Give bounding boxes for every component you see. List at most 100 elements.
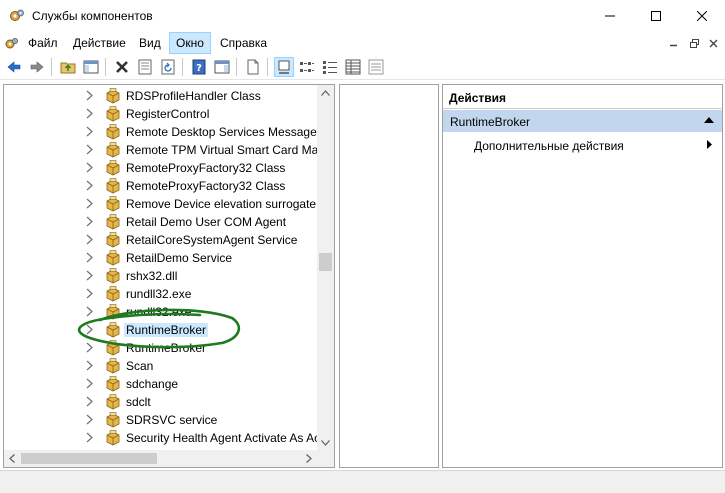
chevron-right-icon[interactable] [86, 270, 96, 282]
chevron-right-icon[interactable] [86, 162, 96, 174]
chevron-right-icon[interactable] [86, 126, 96, 138]
chevron-right-icon[interactable] [86, 252, 96, 264]
help-icon: ? [192, 59, 206, 75]
tree-item-label: RuntimeBroker [124, 323, 209, 337]
tree-item-label: sdclt [126, 395, 151, 409]
chevron-right-icon[interactable] [86, 234, 96, 246]
chevron-right-icon[interactable] [86, 324, 96, 336]
chevron-right-icon[interactable] [86, 144, 96, 156]
view-large-icons-button[interactable] [274, 57, 294, 77]
tree-item-label: Remove Device elevation surrogate [126, 197, 317, 211]
collapse-up-icon[interactable] [704, 117, 714, 123]
view-list-button[interactable] [320, 57, 340, 77]
new-window-button[interactable] [243, 57, 263, 77]
help-button[interactable]: ? [189, 57, 209, 77]
tree-item[interactable]: RemoteProxyFactory32 Class [4, 177, 318, 195]
new-document-icon [247, 59, 259, 75]
tree-item[interactable]: RegisterControl [4, 105, 318, 123]
tree-item[interactable]: Remote Desktop Services Message Se [4, 123, 318, 141]
tree-item[interactable]: SDRSVC service [4, 411, 318, 429]
tree-item-label: sdchange [126, 377, 179, 391]
chevron-right-icon[interactable] [86, 90, 96, 102]
menu-file[interactable]: Файл [22, 32, 64, 54]
show-hide-action-pane-button[interactable] [212, 57, 232, 77]
properties-button[interactable] [135, 57, 155, 77]
tree-vertical-scrollbar[interactable] [317, 85, 334, 451]
menu-window[interactable]: Окно [169, 32, 211, 54]
chevron-right-icon[interactable] [86, 306, 96, 318]
toolbar-separator [267, 58, 268, 76]
back-button[interactable] [4, 57, 24, 77]
tree-item[interactable]: rshx32.dll [4, 267, 318, 285]
tree-item[interactable]: rundll32.exe [4, 303, 318, 321]
chevron-right-icon[interactable] [86, 360, 96, 372]
tree-item[interactable]: RemoteProxyFactory32 Class [4, 159, 318, 177]
results-pane[interactable] [339, 84, 439, 468]
more-actions-label: Дополнительные действия [474, 139, 624, 153]
tree-item-label: RemoteProxyFactory32 Class [126, 161, 286, 175]
tree-horizontal-scrollbar[interactable] [4, 450, 334, 467]
maximize-button[interactable] [633, 0, 679, 32]
view-status-button[interactable] [366, 57, 386, 77]
com-component-box-icon [105, 322, 121, 338]
refresh-button[interactable] [158, 57, 178, 77]
view-small-icons-button[interactable] [297, 57, 317, 77]
minimize-button[interactable] [587, 0, 633, 32]
delete-button[interactable] [112, 57, 132, 77]
chevron-right-icon[interactable] [86, 198, 96, 210]
com-component-box-icon [105, 178, 121, 194]
com-component-box-icon [105, 430, 121, 446]
tree-item[interactable]: sdclt [4, 393, 318, 411]
up-level-button[interactable] [58, 57, 78, 77]
com-component-box-icon [105, 88, 121, 104]
toolbar-separator [182, 58, 183, 76]
forward-button[interactable] [27, 57, 47, 77]
actions-section-runtimebroker[interactable]: RuntimeBroker [443, 110, 722, 132]
tree-item[interactable]: RetailDemo Service [4, 249, 318, 267]
tree-item-label: Retail Demo User COM Agent [126, 215, 287, 229]
chevron-right-icon[interactable] [86, 180, 96, 192]
close-button[interactable] [679, 0, 725, 32]
menu-bar: Файл Действие Вид Окно Справка [0, 32, 725, 54]
console-tree-icon [83, 60, 99, 74]
chevron-right-icon[interactable] [86, 396, 96, 408]
tree-item[interactable]: RDSProfileHandler Class [4, 87, 318, 105]
tree-item[interactable]: Security Health Agent Activate As Ac [4, 429, 318, 447]
mdi-close-button[interactable] [705, 35, 721, 51]
tree-item[interactable]: rundll32.exe [4, 285, 318, 303]
tree-item[interactable]: Remove Device elevation surrogate [4, 195, 318, 213]
tree-item[interactable]: Retail Demo User COM Agent [4, 213, 318, 231]
menu-action[interactable]: Действие [67, 32, 132, 54]
tree-vertical-scroll-thumb[interactable] [319, 253, 332, 271]
show-hide-console-tree-button[interactable] [81, 57, 101, 77]
tree-item[interactable]: RuntimeBroker [4, 321, 318, 339]
view-details-button[interactable] [343, 57, 363, 77]
chevron-right-icon[interactable] [86, 414, 96, 426]
tree-item-label: RetailDemo Service [126, 251, 233, 265]
properties-icon [138, 59, 152, 75]
mdi-restore-button[interactable] [686, 35, 702, 51]
toolbar-separator [236, 58, 237, 76]
delete-x-icon [116, 61, 128, 73]
tree-horizontal-scroll-thumb[interactable] [21, 453, 157, 464]
chevron-right-icon[interactable] [86, 108, 96, 120]
mdi-minimize-button[interactable] [666, 35, 682, 51]
menu-view[interactable]: Вид [133, 32, 167, 54]
menu-help[interactable]: Справка [214, 32, 273, 54]
toolbar-separator [51, 58, 52, 76]
chevron-right-icon[interactable] [86, 432, 96, 444]
chevron-right-icon[interactable] [86, 378, 96, 390]
tree-item[interactable]: RetailCoreSystemAgent Service [4, 231, 318, 249]
com-component-box-icon [105, 214, 121, 230]
more-actions-item[interactable]: Дополнительные действия [443, 135, 722, 155]
action-pane-icon [214, 60, 230, 74]
chevron-right-icon[interactable] [86, 342, 96, 354]
chevron-right-icon[interactable] [86, 288, 96, 300]
tree-item[interactable]: Scan [4, 357, 318, 375]
console-tree[interactable]: RDSProfileHandler Class RegisterControl Re… [3, 84, 335, 468]
console-window-icon[interactable] [4, 35, 20, 51]
chevron-right-icon[interactable] [86, 216, 96, 228]
tree-item[interactable]: sdchange [4, 375, 318, 393]
tree-item[interactable]: RuntimeBroker [4, 339, 318, 357]
tree-item[interactable]: Remote TPM Virtual Smart Card Man [4, 141, 318, 159]
